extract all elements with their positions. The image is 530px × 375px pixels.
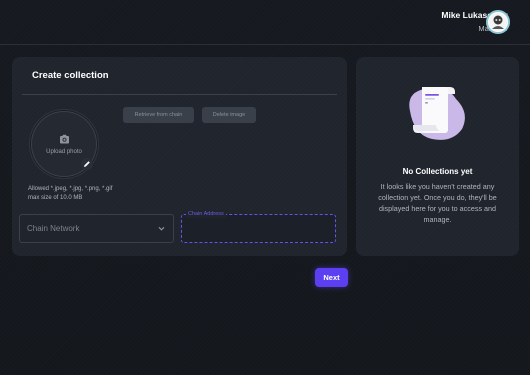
chain-address-input[interactable] [186, 222, 331, 236]
top-header: Mike Lukasevicz Manager [0, 0, 530, 45]
empty-state-text: It looks like you haven't created any co… [378, 182, 497, 224]
delete-image-button[interactable]: Delete image [202, 107, 256, 123]
hint-allowed-types: Allowed *.jpeg, *.jpg, *.png, *.gif [28, 186, 113, 192]
retrieve-from-chain-button[interactable]: Retrieve from chain [123, 107, 194, 123]
camera-icon [59, 134, 69, 143]
chain-address-label: Chain Address [186, 210, 226, 218]
divider [22, 94, 337, 95]
chain-address-field[interactable]: Chain Address [181, 210, 336, 243]
create-collection-card: Create collection Upload photo Allowed *… [12, 57, 347, 256]
hint-max-size: max size of 10.0 MB [28, 195, 83, 201]
next-button[interactable]: Next [315, 268, 348, 287]
pencil-icon [84, 161, 90, 167]
avatar[interactable] [486, 10, 510, 34]
chain-network-placeholder: Chain Network [27, 224, 80, 233]
chain-network-select[interactable]: Chain Network [19, 214, 174, 243]
document-illustration-icon [409, 87, 465, 140]
empty-state-title: No Collections yet [402, 167, 473, 176]
edit-photo-button[interactable] [81, 158, 93, 170]
card-title: Create collection [32, 70, 109, 81]
upload-label: Upload photo [46, 148, 82, 155]
chevron-down-icon [158, 226, 165, 231]
avatar-icon [489, 13, 507, 31]
collections-empty-card: No Collections yet It looks like you hav… [356, 57, 519, 256]
file-hint: Allowed *.jpeg, *.jpg, *.png, *.gif max … [28, 185, 112, 203]
